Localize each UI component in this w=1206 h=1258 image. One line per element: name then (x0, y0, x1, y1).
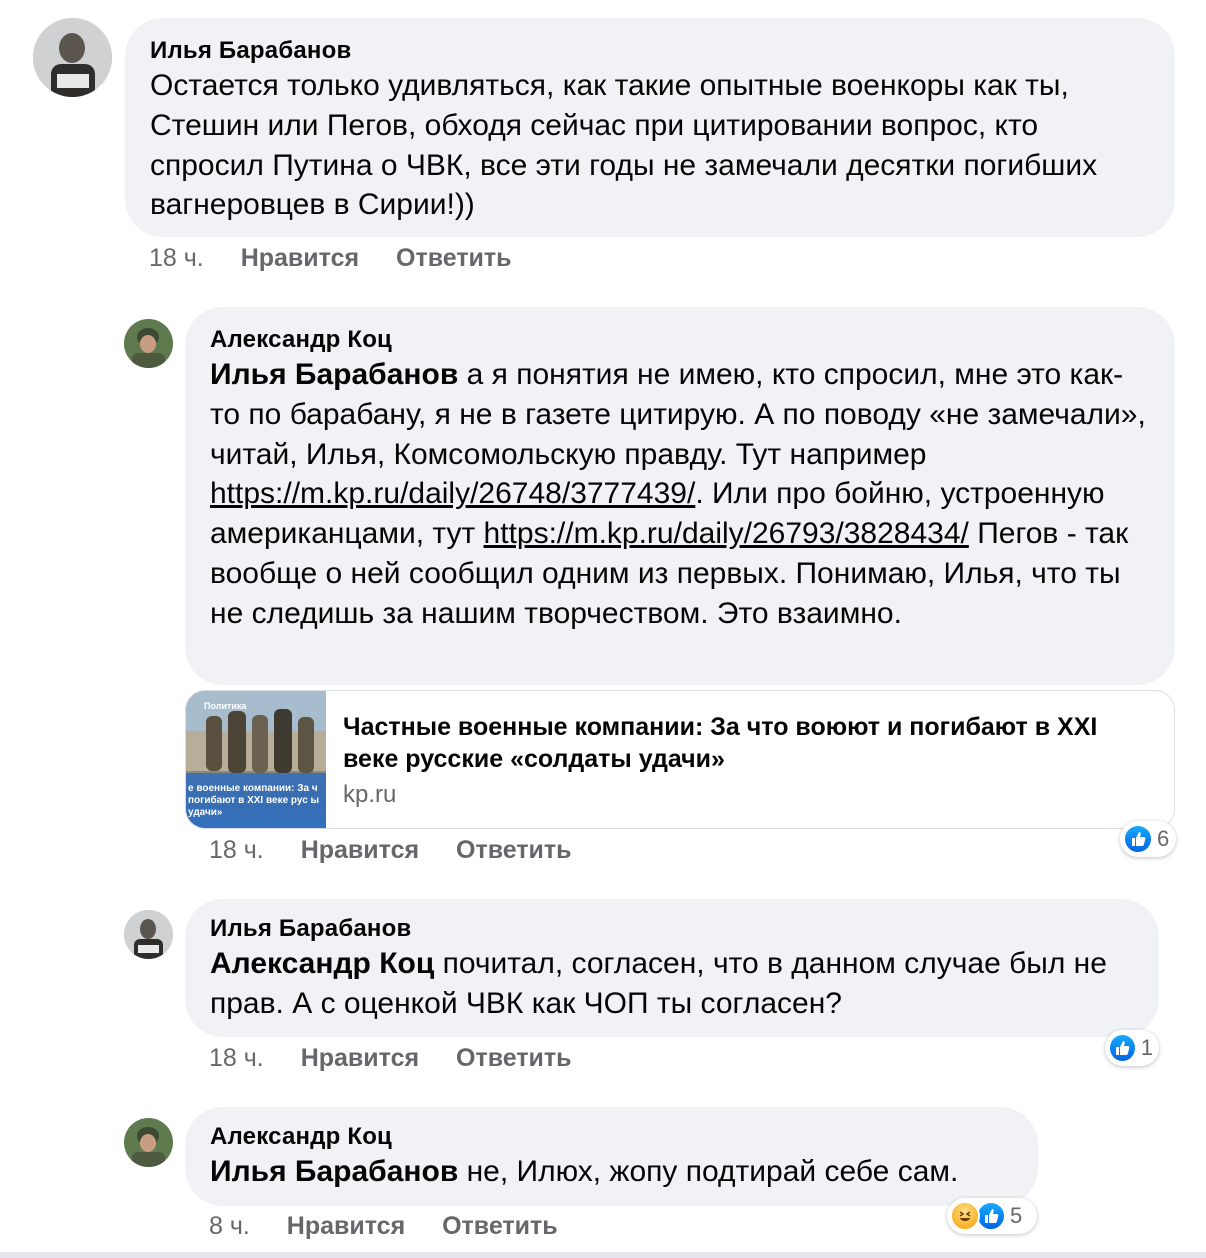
avatar[interactable] (124, 1118, 173, 1167)
avatar[interactable] (124, 910, 173, 959)
avatar-photo (124, 910, 173, 959)
reaction-count: 1 (1140, 1035, 1153, 1060)
reply-button[interactable]: Ответить (442, 1211, 558, 1241)
mention[interactable]: Александр Коц (210, 947, 434, 980)
comment-text-part: не, Илюх, жопу подтирай себе сам. (458, 1155, 959, 1188)
reaction-count: 6 (1157, 826, 1170, 851)
divider (0, 1252, 1206, 1258)
like-button[interactable]: Нравится (301, 835, 419, 865)
avatar-photo (124, 319, 173, 368)
mention[interactable]: Илья Барабанов (210, 358, 458, 391)
avatar[interactable] (124, 319, 173, 368)
comment-author[interactable]: Илья Барабанов (210, 914, 1134, 944)
haha-icon (950, 1201, 980, 1231)
reaction-summary[interactable]: 5 (947, 1198, 1037, 1234)
link-preview-card[interactable]: Политика е военные компании: За ч погиба… (185, 690, 1175, 829)
reaction-summary[interactable]: 6 (1120, 821, 1176, 857)
link-title[interactable]: Частные военные компании: За что воюют и… (343, 711, 1153, 775)
thumbnail-caption: е военные компании: За ч погибают в XXI … (188, 783, 320, 818)
like-icon (1123, 824, 1153, 854)
comment-bubble: Илья Барабанов Остается только удивлятьс… (125, 18, 1175, 237)
like-button[interactable]: Нравится (301, 1043, 419, 1073)
reaction-count: 5 (1010, 1203, 1023, 1228)
like-icon (1108, 1033, 1137, 1063)
like-button[interactable]: Нравится (241, 243, 359, 273)
avatar-photo (33, 18, 112, 97)
comment-time[interactable]: 18 ч. (209, 835, 264, 865)
comment-author[interactable]: Александр Коц (210, 1122, 1013, 1152)
comment-bubble: Александр Коц Илья Барабанов а я понятия… (185, 307, 1175, 685)
reply-button[interactable]: Ответить (456, 1043, 572, 1073)
comment-text: Остается только удивляться, как такие оп… (150, 69, 1098, 222)
avatar-photo (124, 1118, 173, 1167)
comment-actions: 8 ч. Нравится Ответить (209, 1211, 558, 1241)
comment-bubble: Илья Барабанов Александр Коц почитал, со… (185, 899, 1159, 1037)
reaction-summary[interactable]: 1 (1105, 1030, 1159, 1066)
thumbnail-tag: Политика (204, 701, 247, 711)
comment-actions: 18 ч. Нравится Ответить (209, 835, 572, 865)
comment-text: Илья Барабанов не, Илюх, жопу подтирай с… (210, 1152, 1013, 1192)
comment-text: Александр Коц почитал, согласен, что в д… (210, 944, 1134, 1024)
mention[interactable]: Илья Барабанов (210, 1155, 458, 1188)
comment-author[interactable]: Александр Коц (210, 325, 1150, 355)
comment-text: Илья Барабанов а я понятия не имею, кто … (210, 355, 1150, 634)
comment-actions: 18 ч. Нравится Ответить (209, 1043, 572, 1073)
like-icon (976, 1201, 1006, 1231)
comment-link[interactable]: https://m.kp.ru/daily/26748/3777439/ (210, 477, 695, 510)
like-button[interactable]: Нравится (287, 1211, 405, 1241)
comment-actions: 18 ч. Нравится Ответить (149, 243, 512, 273)
reply-button[interactable]: Ответить (456, 835, 572, 865)
link-domain: kp.ru (343, 781, 397, 808)
comment-time[interactable]: 8 ч. (209, 1211, 250, 1241)
reply-button[interactable]: Ответить (396, 243, 512, 273)
comment-time[interactable]: 18 ч. (209, 1043, 264, 1073)
avatar[interactable] (33, 18, 112, 97)
comment-link[interactable]: https://m.kp.ru/daily/26793/3828434/ (484, 517, 969, 550)
link-thumbnail: Политика е военные компании: За ч погиба… (186, 691, 326, 828)
comment-bubble: Александр Коц Илья Барабанов не, Илюх, ж… (185, 1107, 1038, 1206)
comment-author[interactable]: Илья Барабанов (150, 36, 1150, 66)
comment-time[interactable]: 18 ч. (149, 243, 204, 273)
